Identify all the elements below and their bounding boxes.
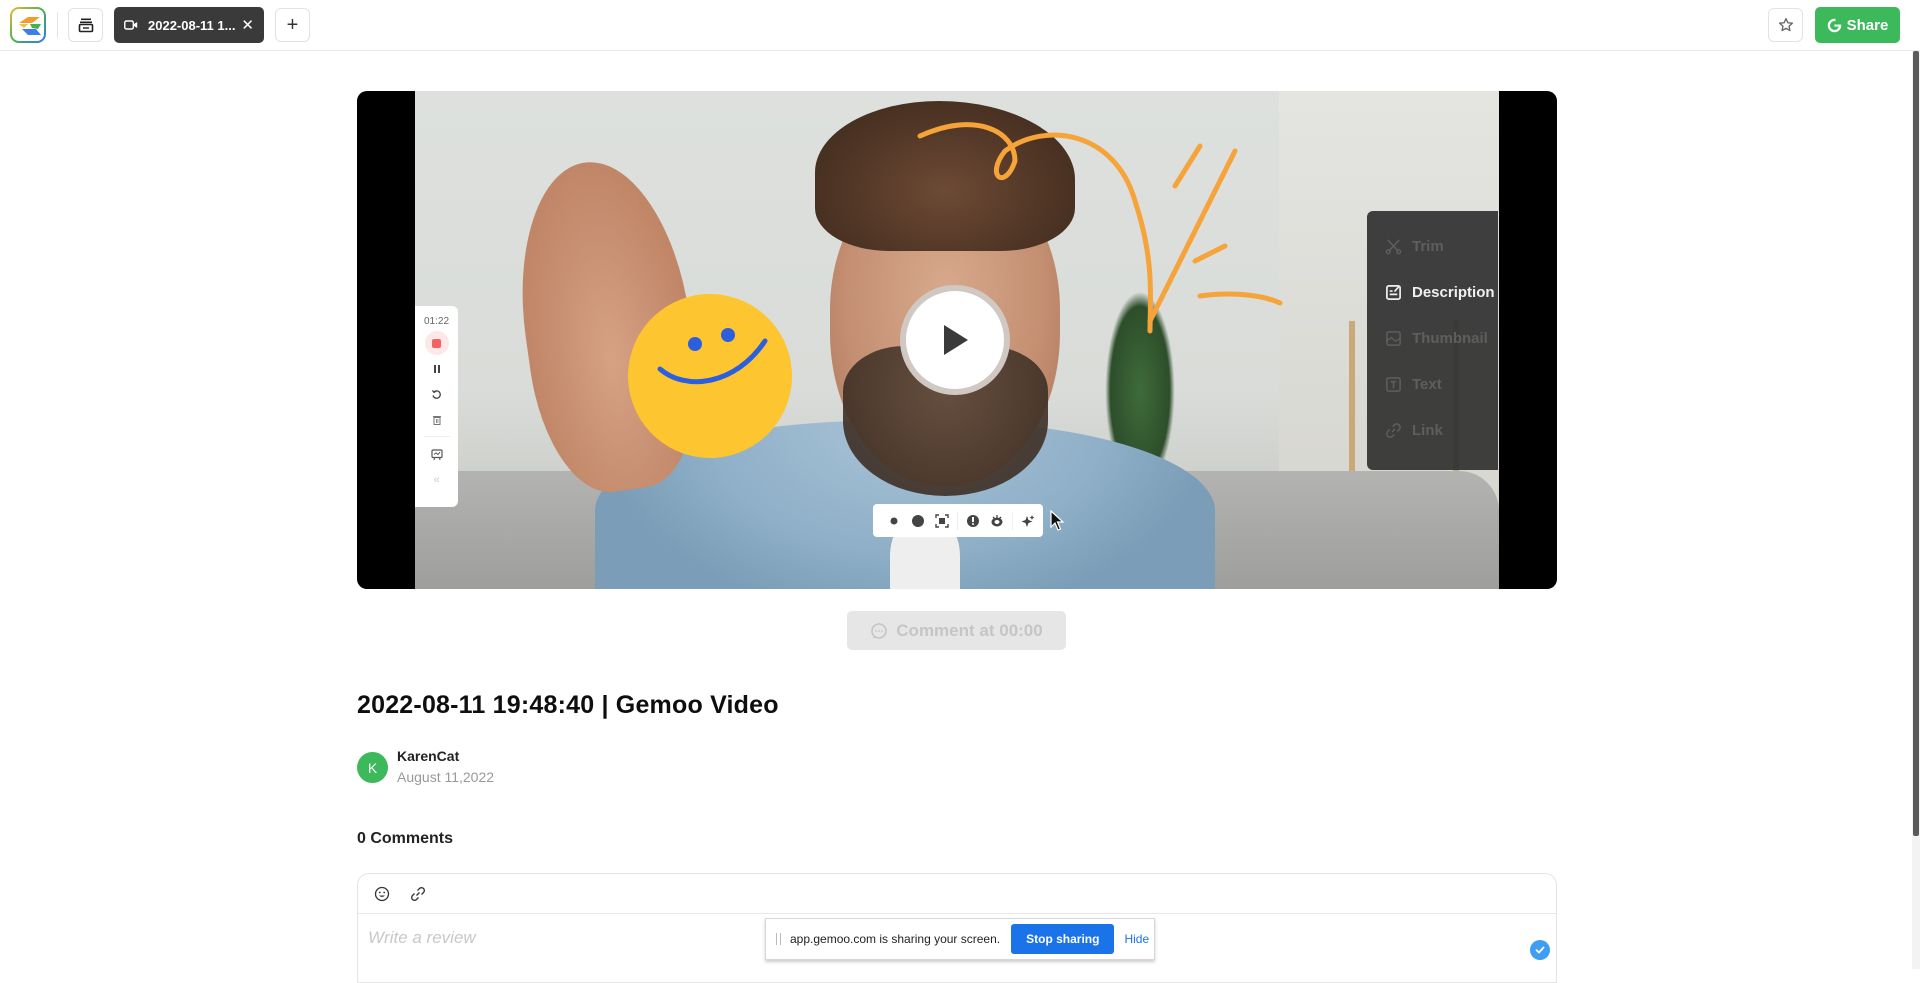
smiley-icon [374, 886, 390, 901]
pause-recording-button[interactable] [425, 358, 449, 380]
large-dot-icon [912, 514, 924, 527]
drag-handle-icon[interactable] [776, 933, 781, 945]
emoji-button[interactable] [374, 886, 390, 902]
recording-time: 01:22 [423, 316, 450, 327]
edit-menu-panel: Trim Description Thumbnail Text Link [1367, 211, 1498, 470]
share-button[interactable]: Share [1815, 7, 1900, 43]
checkmark-icon [1535, 946, 1545, 954]
author-avatar: K [357, 752, 388, 783]
video-title: 2022-08-11 19:48:40 | Gemoo Video [357, 691, 779, 719]
link-icon [1386, 423, 1401, 438]
image-icon [1386, 331, 1401, 346]
video-drawing-toolbar [873, 504, 1043, 537]
play-button[interactable] [900, 285, 1010, 395]
mouse-cursor-icon [1050, 510, 1065, 531]
gemoo-share-icon [1827, 18, 1842, 32]
focus-frame-icon [935, 513, 949, 528]
edit-menu-description-label: Description [1412, 284, 1495, 301]
recorder-divider [423, 436, 450, 437]
new-tab-button[interactable]: + [275, 8, 310, 42]
whiteboard-button[interactable] [425, 444, 449, 466]
chat-bubble-icon [871, 622, 888, 639]
stop-sharing-button[interactable]: Stop sharing [1011, 924, 1115, 954]
smiley-sticker [628, 294, 792, 458]
favorite-button[interactable] [1768, 8, 1803, 42]
post-date: August 11,2022 [397, 769, 495, 785]
delete-recording-button[interactable] [425, 408, 449, 430]
camera-filter-button[interactable] [988, 512, 1006, 530]
star-icon [1778, 18, 1793, 32]
spotlight-icon [967, 514, 979, 527]
stop-recording-button[interactable] [424, 331, 449, 355]
small-pen-button[interactable] [885, 512, 903, 530]
toolbar-divider [957, 511, 958, 530]
library-button[interactable] [68, 8, 103, 42]
close-tab-icon[interactable]: ✕ [241, 16, 254, 34]
sparkle-icon [1021, 514, 1035, 527]
gemoo-logo[interactable] [10, 7, 46, 43]
sharing-message: app.gemoo.com is sharing your screen. [790, 932, 1001, 946]
link-icon [411, 886, 425, 901]
scrollbar-thumb[interactable] [1913, 51, 1919, 836]
edit-menu-thumbnail[interactable]: Thumbnail [1385, 330, 1488, 347]
edit-menu-trim[interactable]: Trim [1385, 238, 1444, 255]
pause-icon [433, 365, 440, 373]
large-pen-button[interactable] [909, 512, 927, 530]
archive-icon [78, 18, 93, 33]
stop-icon [432, 338, 441, 348]
restart-icon [431, 389, 441, 399]
header-divider [57, 12, 58, 38]
restart-recording-button[interactable] [425, 383, 449, 405]
insert-link-button[interactable] [410, 886, 426, 902]
edit-menu-link[interactable]: Link [1385, 422, 1443, 439]
comment-at-label: Comment at 00:00 [896, 620, 1043, 640]
author-name: KarenCat [397, 748, 460, 764]
comments-count: 0 Comments [357, 830, 454, 847]
whiteboard-icon [430, 449, 443, 461]
screen-sharing-bar: app.gemoo.com is sharing your screen. St… [765, 918, 1155, 960]
edit-note-icon [1386, 285, 1401, 300]
recorder-panel: 01:22 « [415, 306, 458, 507]
trash-icon [432, 415, 441, 425]
text-box-icon [1386, 377, 1401, 392]
edit-menu-thumbnail-label: Thumbnail [1412, 330, 1488, 347]
effects-button[interactable] [1019, 512, 1037, 530]
page-scrollbar[interactable] [1912, 51, 1920, 969]
collapse-panel-icon[interactable]: « [425, 469, 449, 491]
share-label: Share [1846, 16, 1889, 34]
play-icon [944, 325, 968, 355]
edit-menu-description[interactable]: Description [1385, 284, 1495, 301]
screen-focus-button[interactable] [933, 512, 951, 530]
spotlight-button[interactable] [964, 512, 982, 530]
tab-label: 2022-08-11 1... [148, 17, 236, 33]
comment-editor-toolbar [358, 874, 1556, 914]
video-camera-icon [124, 19, 140, 31]
camera-filter-icon [991, 514, 1003, 526]
small-dot-icon [890, 517, 898, 524]
submit-comment-button[interactable] [1530, 940, 1550, 960]
edit-menu-trim-label: Trim [1412, 238, 1444, 255]
scissors-icon [1385, 239, 1402, 255]
hide-sharing-bar-link[interactable]: Hide [1124, 932, 1149, 946]
edit-menu-text[interactable]: Text [1385, 376, 1442, 393]
edit-menu-link-label: Link [1412, 422, 1443, 439]
comment-at-time-button[interactable]: Comment at 00:00 [847, 611, 1066, 650]
edit-menu-text-label: Text [1412, 376, 1442, 393]
toolbar-divider [1012, 511, 1013, 530]
top-header: 2022-08-11 1... ✕ + Share [0, 0, 1920, 51]
tab-current-video[interactable]: 2022-08-11 1... ✕ [114, 7, 264, 43]
